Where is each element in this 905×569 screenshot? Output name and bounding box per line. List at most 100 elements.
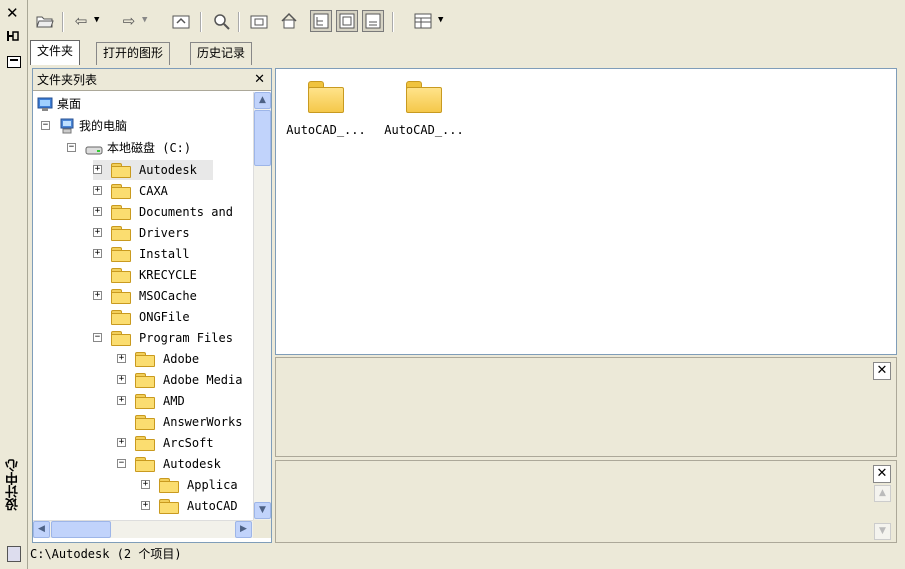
folder-icon [135,373,155,388]
folder-open-icon [111,331,131,346]
collapse-icon[interactable]: − [41,121,50,130]
folder-icon [111,247,131,262]
expand-icon[interactable]: + [93,291,102,300]
folder-tree: 桌面 − 我的电脑 − 本地磁盘 (C:) + Autodesk + CAXA … [33,92,253,520]
tree-node-label: Applica [187,478,238,492]
collapse-icon[interactable]: − [67,143,76,152]
folder-icon [308,81,344,113]
preview-panel: ✕ [275,357,897,457]
scroll-up-icon[interactable]: ▲ [254,92,271,109]
properties-icon[interactable] [7,56,21,68]
tab-folders[interactable]: 文件夹 [30,40,81,65]
expand-icon[interactable]: + [117,396,126,405]
expand-icon[interactable]: + [93,249,102,258]
description-scrollbar[interactable]: ▲ ▼ [874,485,892,541]
tree-node-label: 我的电脑 [79,119,128,133]
expand-icon[interactable]: + [141,480,150,489]
collapse-icon[interactable]: − [117,459,126,468]
palette-title-strip: ✕ 设计中心 [0,0,28,569]
expand-icon[interactable]: + [93,186,102,195]
tree-node-label: Program Files [139,331,233,345]
folder-list-header: 文件夹列表 ✕ [33,69,271,91]
tree-node-label: Documents and [139,205,233,219]
tree-node-label: MSOCache [139,289,197,303]
folder-icon [135,436,155,451]
folder-icon [159,478,179,493]
tab-open-drawings[interactable]: 打开的图形 [96,42,171,65]
scroll-down-icon[interactable]: ▼ [874,523,891,540]
desktop-icon [37,96,53,112]
forward-icon[interactable]: ⇨ [118,10,140,32]
collapse-icon[interactable]: − [93,333,102,342]
content-item-folder[interactable]: AutoCAD_... [278,77,374,147]
expand-icon[interactable]: + [93,228,102,237]
content-item-label: AutoCAD_... [286,123,366,137]
palette-title: 设计中心 [6,459,21,511]
expand-icon[interactable]: + [93,165,102,174]
search-icon[interactable] [210,10,232,32]
folder-icon [159,499,179,514]
auto-hide-icon[interactable] [7,30,19,42]
folder-icon [135,415,155,430]
load-icon[interactable] [34,10,56,32]
close-icon[interactable]: ✕ [873,465,891,483]
tree-node-label: Drivers [139,226,190,240]
folder-tree-panel: 文件夹列表 ✕ 桌面 − 我的电脑 − 本地磁盘 (C:) + Autodesk… [32,68,272,543]
scrollbar-corner [253,520,271,538]
tree-node-label: AnswerWorks [163,415,243,429]
computer-icon [59,118,75,134]
content-item-label: AutoCAD_... [384,123,464,137]
tree-node-label: Adobe Media [163,373,243,387]
scroll-down-icon[interactable]: ▼ [254,502,271,519]
tree-node-label: ONGFile [139,310,190,324]
tree-node-label: Autodesk [139,163,197,177]
folder-icon [111,205,131,220]
drive-icon [85,142,103,155]
tree-node-label: AMD [163,394,185,408]
favorites-icon[interactable] [248,10,270,32]
scroll-left-icon[interactable]: ◀ [33,521,50,538]
scroll-up-icon[interactable]: ▲ [874,485,891,502]
folder-icon [111,226,131,241]
palette-menu-icon[interactable] [7,546,21,562]
up-icon[interactable] [170,10,192,32]
expand-icon[interactable]: + [117,354,126,363]
tree-horizontal-scrollbar[interactable]: ◀ ▶ [33,520,253,538]
close-icon[interactable]: ✕ [254,69,265,91]
tree-vertical-scrollbar[interactable]: ▲ ▼ [253,92,271,520]
expand-icon[interactable]: + [117,375,126,384]
close-icon[interactable]: ✕ [6,4,19,22]
back-icon[interactable]: ⇦ [70,10,92,32]
close-icon[interactable]: ✕ [873,362,891,380]
toolbar: ⇦ ▼ ⇨ ▼ ▼ [30,6,898,38]
tree-node-folder[interactable]: + Autodesk [93,160,213,180]
tree-node-label: 桌面 [57,97,82,111]
status-bar: C:\Autodesk (2 个项目) [30,547,182,561]
tree-node-label: Autodesk [163,457,221,471]
tree-toggle-icon[interactable] [310,10,332,32]
home-icon[interactable] [278,10,300,32]
folder-icon [111,184,131,199]
back-dropdown-icon[interactable]: ▼ [94,15,99,25]
expand-icon[interactable]: + [117,438,126,447]
expand-icon[interactable]: + [141,501,150,510]
forward-dropdown-icon[interactable]: ▼ [142,15,147,25]
tree-node-label: Install [139,247,190,261]
scroll-thumb[interactable] [51,521,111,538]
folder-icon [406,81,442,113]
scroll-right-icon[interactable]: ▶ [235,521,252,538]
tree-node-label: CAXA [139,184,168,198]
content-item-folder[interactable]: AutoCAD_... [376,77,472,147]
scroll-thumb[interactable] [254,110,271,166]
expand-icon[interactable]: + [93,207,102,216]
content-area: AutoCAD_... AutoCAD_... [275,68,897,355]
preview-icon[interactable] [336,10,358,32]
folder-list-title: 文件夹列表 [37,73,98,87]
tree-node-label: Adobe [163,352,200,366]
views-icon[interactable] [412,10,434,32]
folder-icon [111,163,131,178]
tree-node-label: 本地磁盘 (C:) [107,141,192,155]
description-icon[interactable] [362,10,384,32]
views-dropdown-icon[interactable]: ▼ [438,15,443,25]
tab-history[interactable]: 历史记录 [190,42,253,65]
